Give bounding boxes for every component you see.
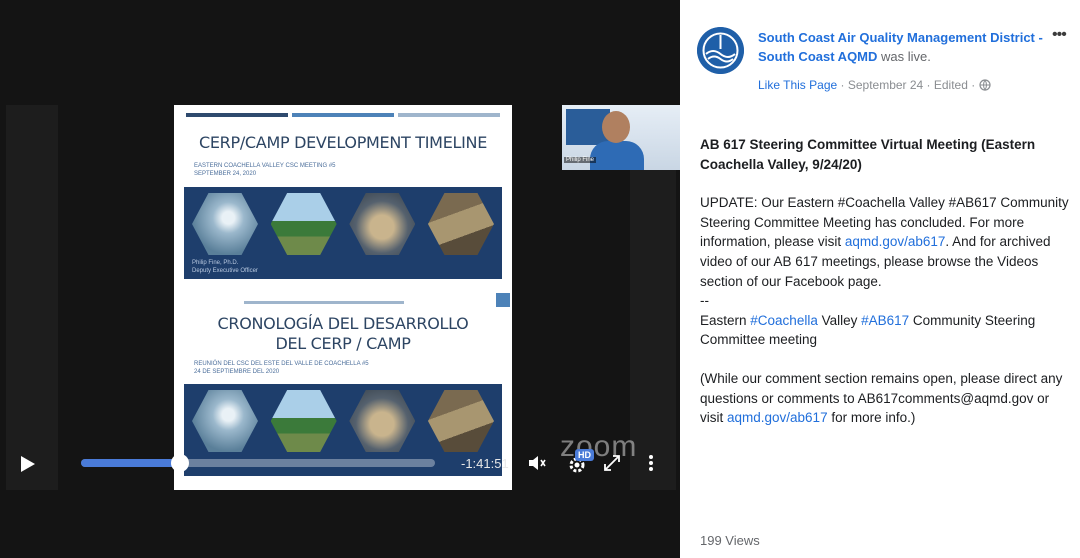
- webcam-name-label: Philip Fine: [564, 157, 597, 163]
- slide-subtitle-english-1: EASTERN COACHELLA VALLEY CSC MEETING #5: [194, 163, 336, 169]
- ab617-link-1[interactable]: aqmd.gov/ab617: [845, 234, 946, 249]
- slide-photo-meeting-2: [349, 390, 416, 452]
- video-side-panel-left: [6, 105, 58, 490]
- progress-bar[interactable]: [81, 454, 435, 472]
- progress-bar-thumb[interactable]: [171, 454, 190, 472]
- slide-presenter-caption: Philip Fine, Ph.D. Deputy Executive Offi…: [192, 260, 258, 274]
- webcam-person: [590, 141, 644, 170]
- play-button[interactable]: [20, 455, 36, 473]
- slide-subtitle-english-2: SEPTEMBER 24, 2020: [194, 171, 257, 177]
- was-live-label: was live.: [881, 49, 931, 64]
- slide-title-spanish-2: DEL CERP / CAMP: [275, 334, 411, 353]
- volume-icon: [529, 456, 546, 470]
- ab617-link-2[interactable]: aqmd.gov/ab617: [727, 410, 828, 425]
- slide-subtitle-spanish-2: 24 DE SEPTIEMBRE DEL 2020: [194, 369, 280, 375]
- fullscreen-button[interactable]: [601, 452, 623, 474]
- slide-photo-lake-2: [192, 390, 258, 452]
- hashtag-ab617[interactable]: #AB617: [861, 313, 909, 328]
- slide-title-english: CERP/CAMP DEVELOPMENT TIMELINE: [198, 133, 488, 152]
- slide-photo-meeting: [349, 193, 416, 255]
- time-remaining: -1:41:51: [461, 456, 509, 471]
- more-options-button[interactable]: [640, 452, 662, 474]
- volume-button[interactable]: [526, 452, 548, 474]
- slide-photo-field: [427, 193, 494, 255]
- slide-subtitle-spanish-1: REUNIÓN DEL CSC DEL ESTE DEL VALLE DE CO…: [194, 361, 369, 367]
- slide-divider: [244, 301, 404, 304]
- webcam-thumbnail: Philip Fine: [562, 105, 680, 170]
- slide-photo-palms-2: [270, 390, 337, 452]
- view-count: 199 Views: [700, 533, 760, 548]
- slide-top-bars: [186, 113, 500, 117]
- post-hashtag-line: Eastern #Coachella Valley #AB617 Communi…: [700, 312, 1036, 348]
- more-vertical-icon: [649, 455, 653, 471]
- globe-icon: [978, 79, 991, 91]
- more-horizontal-icon: •••: [1052, 26, 1067, 43]
- aqmd-logo-icon: [697, 27, 744, 74]
- hashtag-coachella[interactable]: #Coachella: [750, 313, 818, 328]
- expand-icon: [604, 455, 620, 471]
- post-comment-paragraph: (While our comment section remains open,…: [700, 370, 1063, 426]
- post-separator: --: [700, 293, 709, 309]
- post-meta: Like This Page · September 24 · Edited ·: [758, 78, 991, 92]
- like-page-link[interactable]: Like This Page: [758, 78, 837, 92]
- video-player[interactable]: CERP/CAMP DEVELOPMENT TIMELINE EASTERN C…: [0, 0, 680, 558]
- post-options-button[interactable]: •••: [1052, 26, 1067, 44]
- slide-photo-palms: [270, 193, 337, 255]
- slide-corner-mark: [496, 293, 510, 307]
- post-panel: South Coast Air Quality Management Distr…: [680, 0, 1080, 558]
- slide-photo-band: Philip Fine, Ph.D. Deputy Executive Offi…: [184, 187, 502, 279]
- post-update-paragraph: UPDATE: Our Eastern #Coachella Valley #A…: [700, 195, 1069, 289]
- page-avatar[interactable]: [697, 27, 744, 74]
- presentation-slide: CERP/CAMP DEVELOPMENT TIMELINE EASTERN C…: [174, 105, 512, 490]
- post-date: · September 24 · Edited ·: [837, 78, 979, 92]
- play-icon: [21, 456, 35, 472]
- hd-badge: HD: [575, 449, 594, 461]
- post-body: AB 617 Steering Committee Virtual Meetin…: [700, 135, 1072, 428]
- slide-photo-field-2: [427, 390, 494, 452]
- slide-title-spanish-1: CRONOLOGÍA DEL DESARROLLO: [217, 314, 469, 333]
- post-header: South Coast Air Quality Management Distr…: [758, 28, 1058, 66]
- progress-bar-fill: [81, 459, 181, 467]
- post-title: AB 617 Steering Committee Virtual Meetin…: [700, 137, 1036, 172]
- slide-photo-lake: [192, 193, 258, 255]
